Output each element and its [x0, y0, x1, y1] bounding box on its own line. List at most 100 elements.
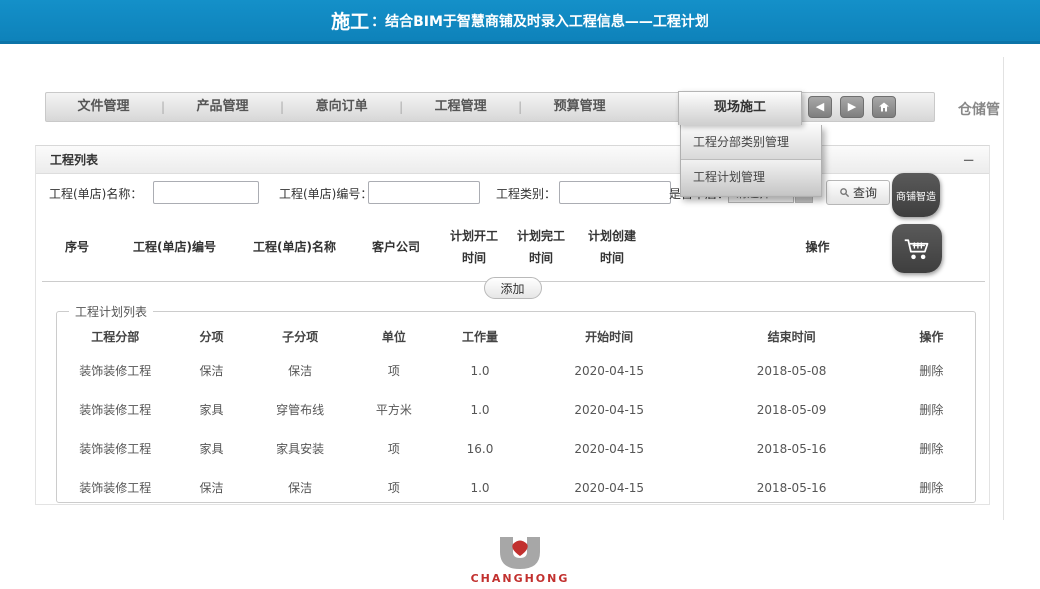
plan-cell-item: 家具	[174, 429, 250, 468]
col-project-name: 工程(单店)名称	[237, 216, 352, 282]
delete-link[interactable]: 删除	[919, 481, 943, 495]
search-form: 工程(单店)名称： 工程(单店)编号： 工程类别： 是否单店： 请选择 ▼ 查询	[36, 174, 989, 212]
plan-cell-unit: 项	[351, 429, 437, 468]
smart-shop-badge[interactable]: 商铺智造	[892, 173, 940, 217]
query-button-label: 查询	[853, 184, 877, 201]
query-button[interactable]: 查询	[826, 180, 890, 205]
arrow-left-icon: ◀	[816, 100, 824, 113]
top-banner: 施工 ：结合BIM于智慧商铺及时录入工程信息——工程计划	[0, 0, 1040, 44]
tab-product-management[interactable]: 产品管理	[165, 93, 280, 121]
col-start-time: 开始时间	[523, 322, 695, 351]
plan-cell-action: 删除	[888, 390, 975, 429]
page-right-border	[1003, 57, 1004, 520]
plan-cell-end: 2018-05-08	[695, 351, 888, 390]
brand-name: CHANGHONG	[471, 572, 570, 585]
col-end-time: 结束时间	[695, 322, 888, 351]
col-project-code: 工程(单店)编号	[112, 216, 237, 282]
home-button[interactable]	[872, 96, 896, 118]
plan-cell-start: 2020-04-15	[523, 429, 695, 468]
plan-cell-start: 2020-04-15	[523, 390, 695, 429]
plan-cell-end: 2018-05-09	[695, 390, 888, 429]
plan-cell-start: 2020-04-15	[523, 351, 695, 390]
project-name-input[interactable]	[153, 181, 259, 204]
footer: CHANGHONG	[0, 536, 1040, 585]
project-name-label: 工程(单店)名称：	[49, 185, 142, 202]
plan-list-fieldset: 工程计划列表 工程分部 分项 子分项 单位 工作量 开始时间 结束时间 操	[56, 311, 976, 503]
col-planned-start: 计划开工 时间	[440, 216, 508, 282]
project-code-input[interactable]	[368, 181, 480, 204]
project-type-input[interactable]	[559, 181, 671, 204]
delete-link[interactable]: 删除	[919, 403, 943, 417]
plan-cell-action: 删除	[888, 468, 975, 507]
plan-table-row: 装饰装修工程家具家具安装项16.02020-04-152018-05-16删除	[57, 429, 975, 468]
plan-cell-item: 家具	[174, 390, 250, 429]
page: 施工 ：结合BIM于智慧商铺及时录入工程信息——工程计划 文件管理 | 产品管理…	[0, 0, 1040, 589]
col-unit: 单位	[351, 322, 437, 351]
plan-cell-end: 2018-05-16	[695, 468, 888, 507]
tab-intent-orders[interactable]: 意向订单	[284, 93, 399, 121]
plan-cell-sub_item: 保洁	[250, 468, 351, 507]
plan-list-legend: 工程计划列表	[69, 303, 153, 320]
panel-title: 工程列表	[50, 151, 98, 168]
delete-link[interactable]: 删除	[919, 364, 943, 378]
plan-cell-division: 装饰装修工程	[57, 390, 174, 429]
home-icon	[873, 101, 895, 113]
plan-cell-division: 装饰装修工程	[57, 429, 174, 468]
arrow-right-icon: ▶	[848, 100, 856, 113]
plan-cell-workload: 1.0	[437, 390, 523, 429]
plan-table-row: 装饰装修工程保洁保洁项1.02020-04-152018-05-16删除	[57, 468, 975, 507]
plan-cell-end: 2018-05-16	[695, 429, 888, 468]
banner-title: ：结合BIM于智慧商铺及时录入工程信息——工程计划	[371, 11, 709, 31]
plan-cell-sub_item: 保洁	[250, 351, 351, 390]
tab-project-management[interactable]: 工程管理	[403, 93, 518, 121]
changhong-logo-icon	[497, 536, 543, 570]
col-planned-finish: 计划完工 时间	[508, 216, 574, 282]
add-button[interactable]: 添加	[484, 277, 542, 299]
delete-link[interactable]: 删除	[919, 442, 943, 456]
search-icon	[839, 187, 850, 198]
col-sub-item: 子分项	[250, 322, 351, 351]
plan-cell-start: 2020-04-15	[523, 468, 695, 507]
plan-cell-unit: 项	[351, 351, 437, 390]
panel-header: 工程列表 −	[36, 146, 989, 174]
plan-table-row: 装饰装修工程保洁保洁项1.02020-04-152018-05-08删除	[57, 351, 975, 390]
tab-file-management[interactable]: 文件管理	[46, 93, 161, 121]
tab-site-construction-active[interactable]: 现场施工	[678, 91, 802, 125]
tab-budget-management[interactable]: 预算管理	[522, 93, 637, 121]
col-customer-company: 客户公司	[352, 216, 440, 282]
scroll-right-button[interactable]: ▶	[840, 96, 864, 118]
plan-table-header-row: 工程分部 分项 子分项 单位 工作量 开始时间 结束时间 操作	[57, 322, 975, 351]
tab-warehouse-management-clipped[interactable]: 仓储管	[958, 99, 1000, 119]
menu-item-division-category-mgmt[interactable]: 工程分部类别管理	[681, 125, 821, 160]
plan-table-body: 装饰装修工程保洁保洁项1.02020-04-152018-05-08删除装饰装修…	[57, 351, 975, 507]
col-item: 分项	[174, 322, 250, 351]
plan-cell-workload: 1.0	[437, 351, 523, 390]
project-type-label: 工程类别：	[496, 185, 556, 202]
plan-cell-item: 保洁	[174, 351, 250, 390]
col-plan-created: 计划创建 时间	[574, 216, 650, 282]
col-operation: 操作	[888, 322, 975, 351]
menu-item-plan-mgmt[interactable]: 工程计划管理	[681, 160, 821, 195]
project-table-header-row: 序号 工程(单店)编号 工程(单店)名称 客户公司 计划开工 时间 计划完工 时…	[42, 216, 985, 282]
plan-table-row: 装饰装修工程家具穿管布线平方米1.02020-04-152018-05-09删除	[57, 390, 975, 429]
plan-cell-division: 装饰装修工程	[57, 468, 174, 507]
col-序号: 序号	[42, 216, 112, 282]
banner-title-strong: 施工	[331, 7, 369, 34]
smart-shop-badge-label: 商铺智造	[896, 188, 936, 203]
plan-cell-item: 保洁	[174, 468, 250, 507]
site-construction-dropdown: 工程分部类别管理 工程计划管理	[680, 125, 822, 197]
plan-cell-action: 删除	[888, 351, 975, 390]
plan-cell-action: 删除	[888, 429, 975, 468]
plan-cell-sub_item: 穿管布线	[250, 390, 351, 429]
col-division: 工程分部	[57, 322, 174, 351]
plan-cell-workload: 1.0	[437, 468, 523, 507]
cart-icon	[903, 236, 931, 262]
project-code-label: 工程(单店)编号：	[279, 185, 372, 202]
project-list-panel: 工程列表 − 工程(单店)名称： 工程(单店)编号： 工程类别： 是否单店： 请…	[35, 145, 990, 505]
cart-badge[interactable]	[892, 224, 942, 273]
plan-cell-division: 装饰装修工程	[57, 351, 174, 390]
scroll-left-button[interactable]: ◀	[808, 96, 832, 118]
col-workload: 工作量	[437, 322, 523, 351]
plan-table: 工程分部 分项 子分项 单位 工作量 开始时间 结束时间 操作 装饰装修工程保洁…	[57, 322, 975, 507]
collapse-icon[interactable]: −	[962, 155, 975, 165]
